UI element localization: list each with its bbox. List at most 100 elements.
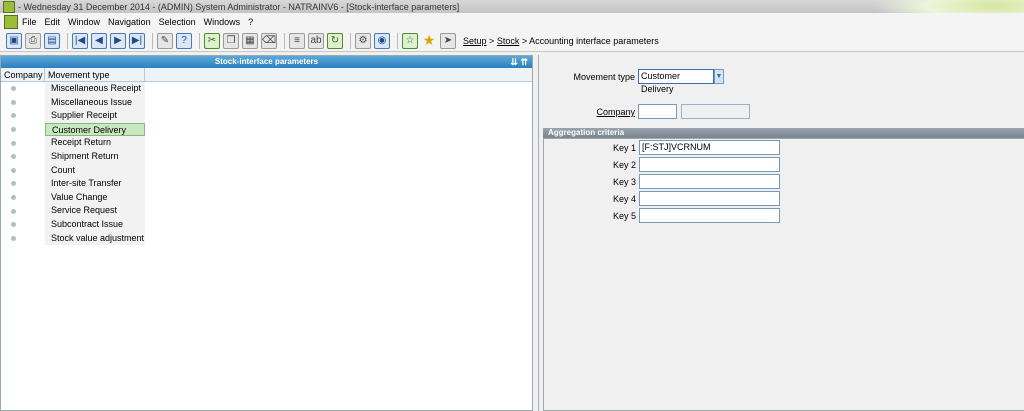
menu-bar: File Edit Window Navigation Selection Wi… — [0, 13, 1024, 30]
key-2-label: Key 2 — [612, 160, 636, 170]
globe-icon[interactable]: ◉ — [374, 32, 390, 49]
list-item[interactable]: Service Request — [1, 204, 532, 218]
window-title: - Wednesday 31 December 2014 - (ADMIN) S… — [18, 1, 460, 12]
title-bar: - Wednesday 31 December 2014 - (ADMIN) S… — [0, 0, 1024, 13]
first-record-icon[interactable]: |◀ — [72, 32, 88, 49]
row-movement-type-cell[interactable]: Shipment Return — [45, 149, 145, 164]
menu-help[interactable]: ? — [248, 17, 253, 27]
movement-type-label: Movement type — [573, 72, 635, 82]
list-item[interactable]: Miscellaneous Receipt — [1, 82, 532, 96]
list-item[interactable]: Customer Delivery — [1, 122, 532, 137]
edit-icon[interactable]: ✎ — [157, 32, 173, 49]
row-movement-type-cell[interactable]: Receipt Return — [45, 136, 145, 150]
paste-icon[interactable]: ▦ — [242, 32, 258, 49]
breadcrumb-current: Accounting interface parameters — [529, 35, 659, 46]
row-company-cell — [1, 195, 45, 201]
row-movement-type-cell[interactable]: Subcontract Issue — [45, 217, 145, 232]
company-label[interactable]: Company — [539, 107, 635, 117]
row-movement-type-cell[interactable]: Inter-site Transfer — [45, 177, 145, 191]
print-preview-icon[interactable]: ▤ — [44, 32, 60, 49]
breadcrumb: Setup > Stock > Accounting interface par… — [463, 36, 659, 46]
favorite-star-icon[interactable]: ★ — [421, 32, 437, 49]
key-5-label: Key 5 — [612, 211, 636, 221]
next-record-icon[interactable]: ▶ — [110, 32, 126, 49]
settings-icon[interactable]: ⚙ — [355, 32, 371, 49]
column-header-company[interactable]: Company — [1, 68, 45, 81]
key-4-field[interactable] — [639, 191, 780, 206]
favorite-outline-icon[interactable]: ☆ — [402, 32, 418, 49]
previous-record-icon[interactable]: ◀ — [91, 32, 107, 49]
left-panel-title: Stock-interface parameters — [214, 57, 319, 66]
bullet-icon — [10, 86, 16, 92]
bullet-icon — [10, 208, 16, 214]
row-movement-type-cell[interactable]: Customer Delivery — [45, 122, 145, 137]
list-icon[interactable]: ≡ — [289, 32, 305, 49]
list-item[interactable]: Subcontract Issue — [1, 217, 532, 232]
row-movement-type-cell[interactable]: Miscellaneous Issue — [45, 95, 145, 110]
key-5-field[interactable] — [639, 208, 780, 223]
company-description-field — [681, 104, 750, 119]
list-item[interactable]: Value Change — [1, 190, 532, 205]
collapse-arrows-icon[interactable]: ⇊ ⇈ — [510, 56, 528, 68]
movement-type-combo[interactable]: Customer Delivery ▼ — [638, 69, 724, 94]
key-3-field[interactable] — [639, 174, 780, 189]
key-1-field[interactable]: [F:STJ]VCRNUM — [639, 140, 780, 155]
row-company-cell — [1, 235, 45, 241]
column-header-movement-type[interactable]: Movement type — [45, 68, 145, 81]
list-item[interactable]: Inter-site Transfer — [1, 177, 532, 191]
left-list-panel: Stock-interface parameters ⇊ ⇈ Company M… — [0, 55, 533, 411]
movement-type-value[interactable]: Customer Delivery — [638, 69, 714, 94]
text-icon[interactable]: ab — [308, 32, 324, 49]
list-item[interactable]: Stock value adjustment — [1, 231, 532, 246]
key-2-field[interactable] — [639, 157, 780, 172]
bullet-icon — [10, 222, 16, 228]
list-item[interactable]: Miscellaneous Issue — [1, 95, 532, 110]
refresh-icon[interactable]: ↻ — [327, 32, 343, 49]
app-logo-icon — [3, 0, 15, 13]
row-movement-type-cell[interactable]: Count — [45, 163, 145, 178]
menu-file[interactable]: File — [22, 17, 37, 27]
list-item[interactable]: Shipment Return — [1, 149, 532, 164]
app-menu-icon[interactable] — [4, 14, 18, 29]
breadcrumb-stock[interactable]: Stock — [497, 36, 520, 46]
row-company-cell — [1, 167, 45, 173]
breadcrumb-setup[interactable]: Setup — [463, 36, 487, 46]
company-field[interactable] — [638, 104, 677, 119]
help-icon[interactable]: ? — [176, 32, 192, 49]
clear-icon[interactable]: ⌫ — [261, 32, 277, 49]
toolbar: ▣ ⎙ ▤ |◀ ◀ ▶ ▶| ✎ ? ✂ ❐ ▦ ⌫ ≡ ab ↻ ⚙ ◉ ☆… — [0, 30, 1024, 52]
bullet-icon — [10, 154, 16, 160]
row-company-cell — [1, 99, 45, 105]
menu-window[interactable]: Window — [68, 17, 100, 27]
aggregation-criteria-header: Aggregation criteria — [543, 128, 1024, 138]
copy-icon[interactable]: ❐ — [223, 32, 239, 49]
menu-windows[interactable]: Windows — [204, 17, 241, 27]
row-movement-type-cell[interactable]: Miscellaneous Receipt — [45, 82, 145, 96]
menu-selection[interactable]: Selection — [159, 17, 196, 27]
row-company-cell — [1, 181, 45, 187]
cut-icon[interactable]: ✂ — [204, 32, 220, 49]
signpost-icon[interactable]: ➤ — [440, 32, 456, 49]
toolbar-separator — [350, 32, 351, 49]
row-movement-type-cell[interactable]: Supplier Receipt — [45, 109, 145, 123]
print-icon[interactable]: ⎙ — [25, 32, 41, 49]
row-movement-type-cell[interactable]: Stock value adjustment — [45, 231, 145, 246]
last-record-icon[interactable]: ▶| — [129, 32, 145, 49]
save-icon[interactable]: ▣ — [6, 32, 22, 49]
row-movement-type-cell[interactable]: Service Request — [45, 204, 145, 218]
list-item[interactable]: Receipt Return — [1, 136, 532, 150]
bullet-icon — [10, 99, 16, 105]
chevron-down-icon[interactable]: ▼ — [714, 69, 724, 84]
menu-edit[interactable]: Edit — [45, 17, 61, 27]
list-item[interactable]: Count — [1, 163, 532, 178]
toolbar-separator — [397, 32, 398, 49]
key-3-label: Key 3 — [612, 177, 636, 187]
menu-navigation[interactable]: Navigation — [108, 17, 151, 27]
row-movement-type-cell[interactable]: Value Change — [45, 190, 145, 205]
bullet-icon — [10, 181, 16, 187]
key-1-label: Key 1 — [612, 143, 636, 153]
list-item[interactable]: Supplier Receipt — [1, 109, 532, 123]
bullet-icon — [10, 127, 16, 133]
bullet-icon — [10, 113, 16, 119]
left-panel-header: Stock-interface parameters ⇊ ⇈ — [1, 56, 532, 68]
